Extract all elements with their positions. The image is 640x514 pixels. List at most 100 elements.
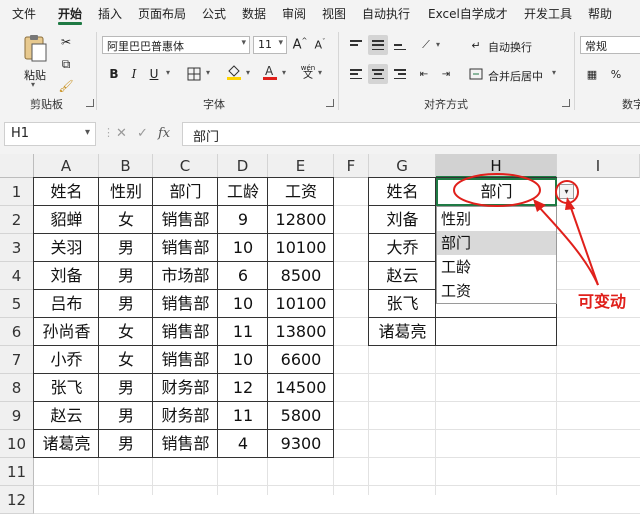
table1-cell[interactable]: 赵云: [34, 402, 99, 430]
chevron-down-icon[interactable]: ▾: [166, 68, 170, 77]
table1-cell[interactable]: 6: [218, 262, 268, 290]
table1-cell[interactable]: 小乔: [34, 346, 99, 374]
menu-developer[interactable]: 开发工具: [524, 5, 572, 22]
table1-cell[interactable]: 12: [218, 374, 268, 402]
menu-automate[interactable]: 自动执行: [362, 5, 410, 22]
chevron-down-icon[interactable]: ▾: [436, 40, 440, 49]
menu-review[interactable]: 审阅: [282, 5, 306, 22]
validation-dropdown-list[interactable]: 性别 部门 工龄 工资: [436, 206, 557, 304]
table1-cell[interactable]: 男: [99, 290, 153, 318]
column-header-a[interactable]: A: [34, 154, 99, 178]
table1-cell[interactable]: 8500: [268, 262, 334, 290]
table1-cell[interactable]: 男: [99, 234, 153, 262]
percent-button[interactable]: %: [606, 64, 626, 84]
insert-function-icon[interactable]: fx: [158, 126, 170, 141]
table1-cell[interactable]: 诸葛亮: [34, 430, 99, 458]
table1-cell[interactable]: 14500: [268, 374, 334, 402]
font-name-select[interactable]: 阿里巴巴普惠体 ▾: [102, 36, 250, 54]
table1-cell[interactable]: 吕布: [34, 290, 99, 318]
table2-name-cell[interactable]: 张飞: [369, 290, 436, 318]
font-launcher-icon[interactable]: [326, 99, 334, 107]
table2-name-cell[interactable]: 大乔: [369, 234, 436, 262]
table1-cell[interactable]: 5800: [268, 402, 334, 430]
decrease-indent-button[interactable]: ⇤: [414, 64, 434, 84]
fill-color-button[interactable]: [224, 62, 244, 82]
table1-cell[interactable]: 4: [218, 430, 268, 458]
row-header-6[interactable]: 6: [0, 318, 34, 346]
align-top-button[interactable]: [346, 35, 366, 55]
column-header-d[interactable]: D: [218, 154, 268, 178]
format-painter-button[interactable]: 🖌: [56, 76, 76, 96]
menu-page-layout[interactable]: 页面布局: [138, 5, 186, 22]
chevron-down-icon[interactable]: ▾: [318, 68, 322, 77]
select-all-corner[interactable]: [0, 154, 34, 178]
table1-cell[interactable]: 13800: [268, 318, 334, 346]
row-header-7[interactable]: 7: [0, 346, 34, 374]
chevron-down-icon[interactable]: ▾: [552, 68, 556, 77]
table1-cell[interactable]: 12800: [268, 206, 334, 234]
borders-button[interactable]: [184, 64, 204, 84]
table1-header-cell[interactable]: 工龄: [218, 178, 268, 206]
column-header-e[interactable]: E: [268, 154, 334, 178]
table1-cell[interactable]: 男: [99, 430, 153, 458]
table1-cell[interactable]: 10: [218, 346, 268, 374]
column-header-f[interactable]: F: [334, 154, 369, 178]
table1-cell[interactable]: 财务部: [153, 374, 218, 402]
table1-cell[interactable]: 10: [218, 290, 268, 318]
table1-cell[interactable]: 财务部: [153, 402, 218, 430]
increase-indent-button[interactable]: ⇥: [436, 64, 456, 84]
table1-cell[interactable]: 孙尚香: [34, 318, 99, 346]
orientation-button[interactable]: ⟋: [416, 35, 436, 55]
name-box[interactable]: H1 ▾: [4, 122, 96, 146]
table1-cell[interactable]: 关羽: [34, 234, 99, 262]
menu-help[interactable]: 帮助: [588, 5, 612, 22]
cut-button[interactable]: ✂: [56, 32, 76, 52]
align-right-button[interactable]: [390, 64, 410, 84]
menu-home[interactable]: 开始: [58, 5, 82, 22]
row-header-8[interactable]: 8: [0, 374, 34, 402]
dropdown-option-highlighted[interactable]: 部门: [437, 231, 556, 255]
align-center-button[interactable]: [368, 64, 388, 84]
row-header-3[interactable]: 3: [0, 234, 34, 262]
table1-cell[interactable]: 11: [218, 318, 268, 346]
row-header-12[interactable]: 12: [0, 486, 34, 514]
align-left-button[interactable]: [346, 64, 366, 84]
number-format-select[interactable]: 常规: [580, 36, 640, 54]
table1-cell[interactable]: 女: [99, 346, 153, 374]
font-color-button[interactable]: A: [260, 62, 280, 82]
table1-cell[interactable]: 男: [99, 374, 153, 402]
table1-cell[interactable]: 销售部: [153, 318, 218, 346]
chevron-down-icon[interactable]: ▾: [206, 68, 210, 77]
decrease-font-button[interactable]: Aˇ: [310, 35, 330, 55]
table1-cell[interactable]: 男: [99, 262, 153, 290]
alignment-launcher-icon[interactable]: [562, 99, 570, 107]
table1-cell[interactable]: 貂蝉: [34, 206, 99, 234]
table1-cell[interactable]: 市场部: [153, 262, 218, 290]
dropdown-arrow-button[interactable]: ▾: [559, 184, 574, 199]
table1-cell[interactable]: 销售部: [153, 290, 218, 318]
table2-name-cell[interactable]: 刘备: [369, 206, 436, 234]
underline-button[interactable]: U: [144, 64, 164, 84]
formula-input[interactable]: 部门: [182, 122, 640, 146]
accounting-format-button[interactable]: ▦: [582, 64, 602, 84]
row-header-1[interactable]: 1: [0, 178, 34, 206]
column-header-h[interactable]: H: [436, 154, 557, 178]
clipboard-launcher-icon[interactable]: [86, 99, 94, 107]
table2-name-cell[interactable]: 赵云: [369, 262, 436, 290]
menu-data[interactable]: 数据: [242, 5, 266, 22]
dropdown-option[interactable]: 性别: [437, 207, 556, 231]
table1-cell[interactable]: 张飞: [34, 374, 99, 402]
menu-view[interactable]: 视图: [322, 5, 346, 22]
menu-file[interactable]: 文件: [12, 5, 36, 22]
cancel-icon[interactable]: ✕: [116, 126, 127, 141]
table1-cell[interactable]: 10: [218, 234, 268, 262]
table1-header-cell[interactable]: 部门: [153, 178, 218, 206]
chevron-down-icon[interactable]: ▾: [246, 68, 250, 77]
table1-cell[interactable]: 10100: [268, 290, 334, 318]
table1-cell[interactable]: 销售部: [153, 346, 218, 374]
paste-button[interactable]: 粘贴 ▾: [22, 34, 50, 89]
table1-cell[interactable]: 11: [218, 402, 268, 430]
dropdown-option[interactable]: 工资: [437, 279, 556, 303]
table1-cell[interactable]: 女: [99, 206, 153, 234]
row-header-2[interactable]: 2: [0, 206, 34, 234]
